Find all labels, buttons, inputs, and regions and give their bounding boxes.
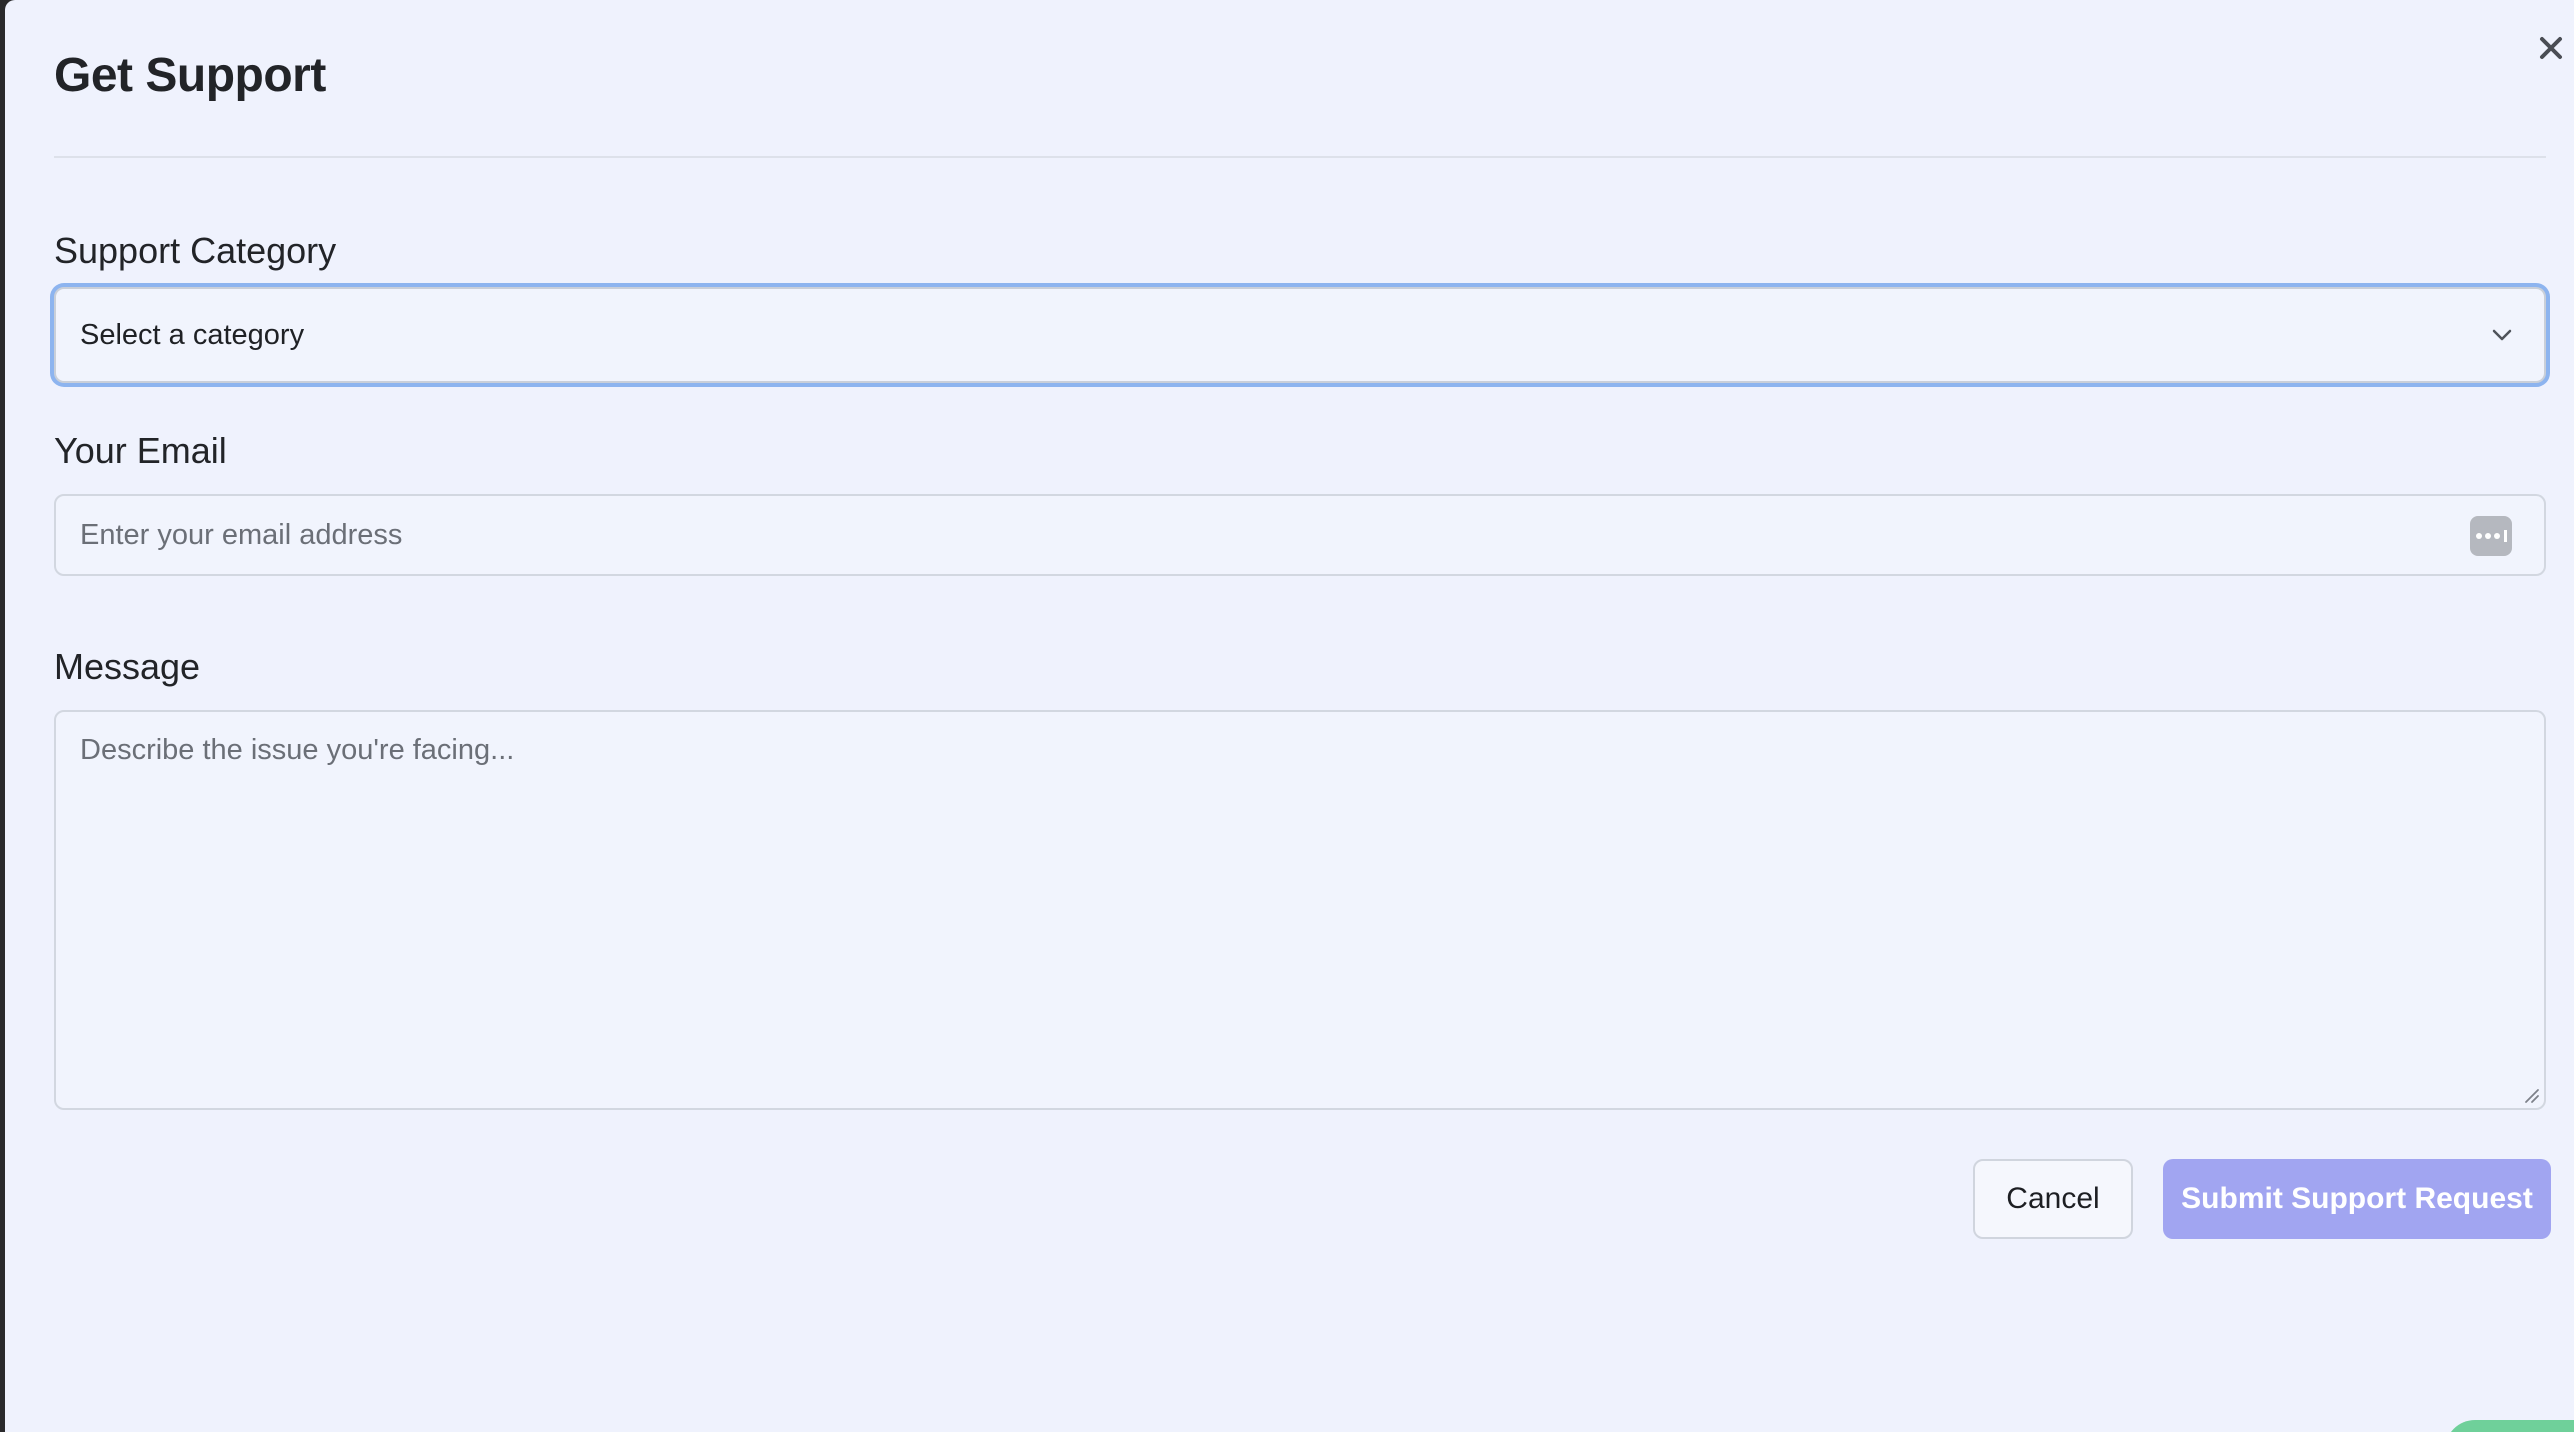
message-label: Message: [54, 646, 201, 687]
resize-handle-icon[interactable]: [2522, 1086, 2540, 1104]
close-button[interactable]: [2531, 28, 2571, 68]
cancel-button[interactable]: Cancel: [1973, 1159, 2133, 1239]
message-placeholder: Describe the issue you're facing...: [80, 734, 515, 766]
submit-support-request-button[interactable]: Submit Support Request: [2163, 1159, 2551, 1239]
email-label: Your Email: [54, 430, 227, 471]
header-divider: [54, 156, 2546, 158]
category-label: Support Category: [54, 230, 337, 271]
chevron-down-icon: [2492, 329, 2512, 341]
password-manager-icon[interactable]: [2470, 516, 2512, 556]
message-textarea[interactable]: Describe the issue you're facing...: [54, 710, 2546, 1110]
dots-icon: [2476, 530, 2507, 542]
email-placeholder: Enter your email address: [80, 518, 403, 551]
category-selected-value: Select a category: [80, 318, 305, 351]
dialog-title: Get Support: [54, 49, 326, 102]
email-field[interactable]: Enter your email address: [54, 494, 2546, 576]
close-icon: [2540, 37, 2562, 59]
category-select[interactable]: Select a category: [54, 287, 2546, 383]
support-dialog: Get Support Support Category Select a ca…: [5, 0, 2574, 1432]
corner-accent: [2445, 1420, 2574, 1432]
